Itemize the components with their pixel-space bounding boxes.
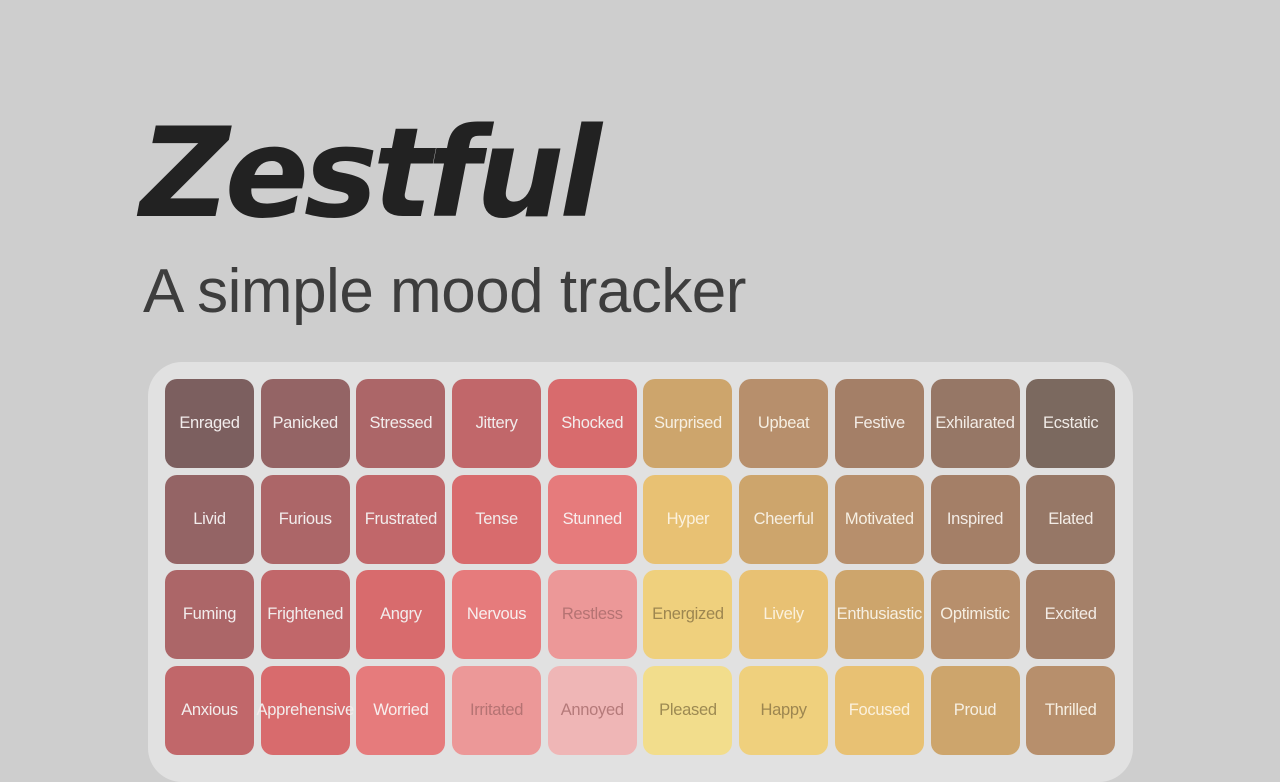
mood-cell-elated[interactable]: Elated <box>1026 474 1116 564</box>
mood-cell-shocked[interactable]: Shocked <box>547 379 637 468</box>
mood-cell-nervous[interactable]: Nervous <box>452 570 542 659</box>
mood-grid-panel: Enraged Panicked Stressed Jittery Shocked Sur… <box>148 362 1133 782</box>
mood-cell-hyper[interactable]: Hyper <box>643 474 733 564</box>
mood-cell-focused[interactable]: Focused <box>834 665 924 755</box>
mood-cell-irritated[interactable]: Irritated <box>452 665 542 755</box>
mood-cell-restless[interactable]: Restless <box>547 570 637 659</box>
mood-cell-lively[interactable]: Lively <box>739 570 829 659</box>
mood-cell-apprehensive[interactable]: Apprehensive <box>257 665 354 755</box>
mood-cell-fuming[interactable]: Fuming <box>165 570 254 659</box>
mood-cell-angry[interactable]: Angry <box>356 570 446 659</box>
mood-cell-optimistic[interactable]: Optimistic <box>930 570 1020 659</box>
mood-cell-tense[interactable]: Tense <box>452 474 542 564</box>
mood-cell-ecstatic[interactable]: Ecstatic <box>1026 379 1116 468</box>
mood-cell-pleased[interactable]: Pleased <box>643 665 733 755</box>
mood-cell-festive[interactable]: Festive <box>834 379 924 468</box>
mood-cell-energized[interactable]: Energized <box>643 570 733 659</box>
mood-cell-inspired[interactable]: Inspired <box>930 474 1020 564</box>
mood-cell-anxious[interactable]: Anxious <box>165 665 254 755</box>
mood-cell-thrilled[interactable]: Thrilled <box>1026 665 1116 755</box>
mood-cell-worried[interactable]: Worried <box>356 665 446 755</box>
mood-cell-enthusiastic[interactable]: Enthusiastic <box>834 570 924 659</box>
app-subtitle: A simple mood tracker <box>143 257 746 326</box>
mood-cell-frightened[interactable]: Frightened <box>260 570 350 659</box>
mood-cell-excited[interactable]: Excited <box>1026 570 1116 659</box>
mood-cell-frustrated[interactable]: Frustrated <box>356 474 446 564</box>
mood-cell-surprised[interactable]: Surprised <box>643 379 733 468</box>
mood-cell-cheerful[interactable]: Cheerful <box>739 474 829 564</box>
mood-cell-jittery[interactable]: Jittery <box>452 379 542 468</box>
mood-grid: Enraged Panicked Stressed Jittery Shocked Sur… <box>165 379 1116 755</box>
mood-cell-stressed[interactable]: Stressed <box>356 379 446 468</box>
mood-cell-motivated[interactable]: Motivated <box>834 474 924 564</box>
mood-cell-annoyed[interactable]: Annoyed <box>547 665 637 755</box>
mood-cell-proud[interactable]: Proud <box>930 665 1020 755</box>
mood-cell-furious[interactable]: Furious <box>260 474 350 564</box>
mood-cell-enraged[interactable]: Enraged <box>165 379 254 468</box>
mood-cell-exhilarated[interactable]: Exhilarated <box>930 379 1020 468</box>
mood-cell-livid[interactable]: Livid <box>165 474 254 564</box>
app-title: Zestful <box>140 102 602 246</box>
mood-cell-happy[interactable]: Happy <box>739 665 829 755</box>
mood-cell-panicked[interactable]: Panicked <box>260 379 350 468</box>
mood-cell-upbeat[interactable]: Upbeat <box>739 379 829 468</box>
mood-cell-stunned[interactable]: Stunned <box>547 474 637 564</box>
